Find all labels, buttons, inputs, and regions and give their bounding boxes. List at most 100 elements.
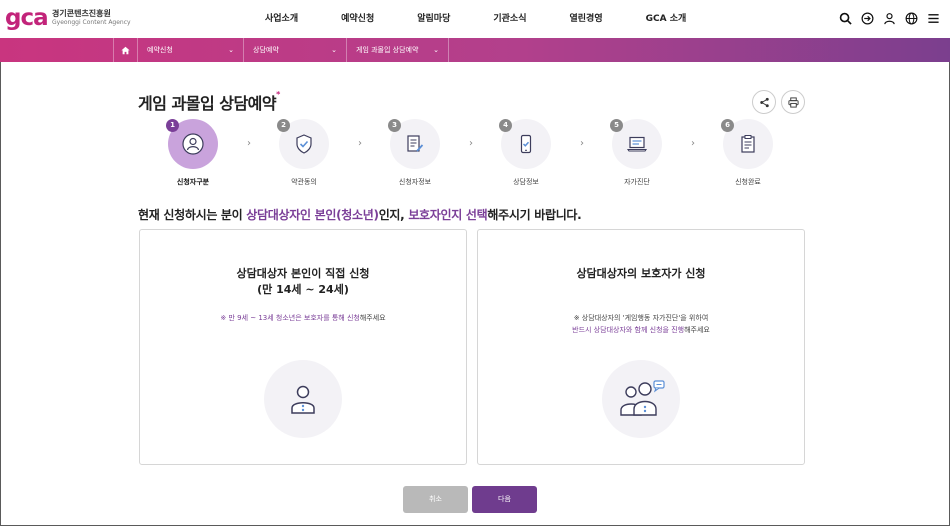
headline-highlight: 상담대상자인 본인(청소년) [246, 208, 379, 222]
step-label: 약관동의 [291, 178, 317, 186]
chevron-right-icon: › [358, 138, 362, 149]
headline-text: 현재 신청하시는 분이 [138, 208, 247, 222]
menu-icon[interactable] [927, 12, 940, 25]
breadcrumb-item-game-counsel[interactable]: 게임 과몰입 상담예약 ⌄ [347, 38, 449, 62]
step-circle: 1 [166, 119, 218, 169]
step-label: 신청자정보 [398, 178, 432, 186]
progress-steps: 1 신청자구분 › 2 약관동의 › 3 신청자정보 › 4 상담정보 › 5 [140, 119, 810, 189]
laptop-icon [625, 132, 649, 156]
step-4: 4 상담정보 [476, 119, 576, 187]
card-note-text: 해주세요 [359, 314, 386, 322]
card-note-line: ※ 상담대상자의 '게임행동 자가진단'을 위하여 [573, 314, 709, 322]
chevron-right-icon: › [247, 138, 251, 149]
step-number: 2 [277, 119, 290, 132]
chevron-right-icon: › [469, 138, 473, 149]
step-number: 5 [610, 119, 623, 132]
person-icon [291, 385, 315, 414]
shield-check-icon [292, 132, 316, 156]
title-mark: * [276, 90, 280, 99]
logo-org-korean: 경기콘텐츠진흥원 [52, 9, 111, 18]
card-note: ※ 만 9세 ~ 13세 청소년은 보호자를 통해 신청해주세요 [140, 312, 466, 324]
option-card-guardian[interactable]: 상담대상자의 보호자가 신청 ※ 상담대상자의 '게임행동 자가진단'을 위하여… [477, 229, 805, 465]
logo-mark: gca [5, 5, 49, 31]
step-circle: 2 [277, 119, 329, 169]
home-icon [121, 46, 130, 54]
step-number: 1 [166, 119, 179, 132]
parent-child-icon [620, 380, 665, 416]
breadcrumb: 예약신청 ⌄ 상담예약 ⌄ 게임 과몰입 상담예약 ⌄ [0, 38, 950, 62]
card-title: 상담대상자 본인이 직접 신청 (만 14세 ~ 24세) [140, 266, 466, 298]
step-circle: 6 [721, 119, 773, 169]
card-avatar [602, 360, 680, 438]
instruction-headline: 현재 신청하시는 분이 상담대상자인 본인(청소년)인지, 보호자인지 선택해주… [138, 206, 582, 223]
breadcrumb-item-reservation[interactable]: 예약신청 ⌄ [138, 38, 244, 62]
chevron-right-icon: › [580, 138, 584, 149]
logo[interactable]: gca 경기콘텐츠진흥원 Gyeonggi Content Agency [5, 4, 131, 34]
main-nav: 사업소개 예약신청 알림마당 기관소식 열린경영 GCA 소개 [265, 0, 729, 38]
print-button[interactable] [781, 90, 805, 114]
step-label: 신청완료 [735, 178, 761, 186]
headline-text: 인지, [378, 208, 409, 222]
document-pen-icon [403, 132, 427, 156]
chevron-down-icon: ⌄ [433, 46, 439, 54]
page-title-text: 게임 과몰입 상담예약 [138, 94, 277, 113]
person-icon [181, 132, 205, 156]
nav-item-about[interactable]: GCA 소개 [646, 0, 687, 38]
card-note-highlight: 반드시 상담대상자와 함께 신청을 진행 [572, 326, 685, 334]
step-number: 6 [721, 119, 734, 132]
login-icon[interactable] [861, 12, 874, 25]
step-1: 1 신청자구분 [143, 119, 243, 187]
next-button[interactable]: 다음 [472, 486, 537, 513]
step-circle: 4 [499, 119, 551, 169]
card-note-line: 반드시 상담대상자와 함께 신청을 진행해주세요 [478, 324, 804, 336]
step-number: 3 [388, 119, 401, 132]
globe-icon[interactable] [905, 12, 918, 25]
chevron-down-icon: ⌄ [331, 46, 337, 54]
step-number: 4 [499, 119, 512, 132]
chevron-down-icon: ⌄ [228, 46, 234, 54]
nav-item-business[interactable]: 사업소개 [265, 0, 298, 38]
breadcrumb-home[interactable] [113, 38, 138, 62]
step-label: 자가진단 [624, 178, 650, 186]
step-label: 신청자구분 [176, 178, 210, 186]
card-title-line: (만 14세 ~ 24세) [257, 283, 349, 296]
share-icon [759, 97, 769, 107]
step-5: 5 자가진단 [587, 119, 687, 187]
step-2: 2 약관동의 [254, 119, 354, 187]
page-title: 게임 과몰입 상담예약* [138, 90, 280, 114]
user-icon[interactable] [883, 12, 896, 25]
step-label: 상담정보 [513, 178, 539, 186]
headline-highlight: 보호자인지 선택 [408, 208, 488, 222]
card-note: ※ 상담대상자의 '게임행동 자가진단'을 위하여 반드시 상담대상자와 함께 … [478, 312, 804, 336]
breadcrumb-label: 예약신청 [147, 46, 173, 54]
nav-item-notice[interactable]: 알림마당 [417, 0, 450, 38]
nav-item-reservation[interactable]: 예약신청 [341, 0, 374, 38]
step-3: 3 신청자정보 [365, 119, 465, 187]
card-note-highlight: ※ 만 9세 ~ 13세 청소년은 보호자를 통해 신청 [220, 314, 360, 322]
nav-item-management[interactable]: 열린경영 [570, 0, 603, 38]
utility-icons [839, 12, 940, 25]
breadcrumb-item-counsel[interactable]: 상담예약 ⌄ [244, 38, 347, 62]
breadcrumb-label: 상담예약 [253, 46, 279, 54]
nav-item-news[interactable]: 기관소식 [493, 0, 526, 38]
card-title-line: 상담대상자의 보호자가 신청 [576, 267, 706, 280]
card-title-line: 상담대상자 본인이 직접 신청 [236, 267, 370, 280]
card-avatar [264, 360, 342, 438]
option-card-self[interactable]: 상담대상자 본인이 직접 신청 (만 14세 ~ 24세) ※ 만 9세 ~ 1… [139, 229, 467, 465]
phone-check-icon [514, 132, 538, 156]
breadcrumb-label: 게임 과몰입 상담예약 [356, 46, 419, 54]
chevron-right-icon: › [691, 138, 695, 149]
card-title: 상담대상자의 보호자가 신청 [478, 266, 804, 282]
step-circle: 5 [610, 119, 662, 169]
share-button[interactable] [752, 90, 776, 114]
headline-text: 해주시기 바랍니다. [487, 208, 582, 222]
top-header: gca 경기콘텐츠진흥원 Gyeonggi Content Agency 사업소… [0, 0, 950, 38]
clipboard-icon [736, 132, 760, 156]
print-icon [787, 96, 799, 108]
step-circle: 3 [388, 119, 440, 169]
step-6: 6 신청완료 [698, 119, 798, 187]
card-note-text: 해주세요 [684, 326, 710, 334]
logo-org-english: Gyeonggi Content Agency [52, 19, 131, 26]
cancel-button[interactable]: 취소 [403, 486, 468, 513]
search-icon[interactable] [839, 12, 852, 25]
